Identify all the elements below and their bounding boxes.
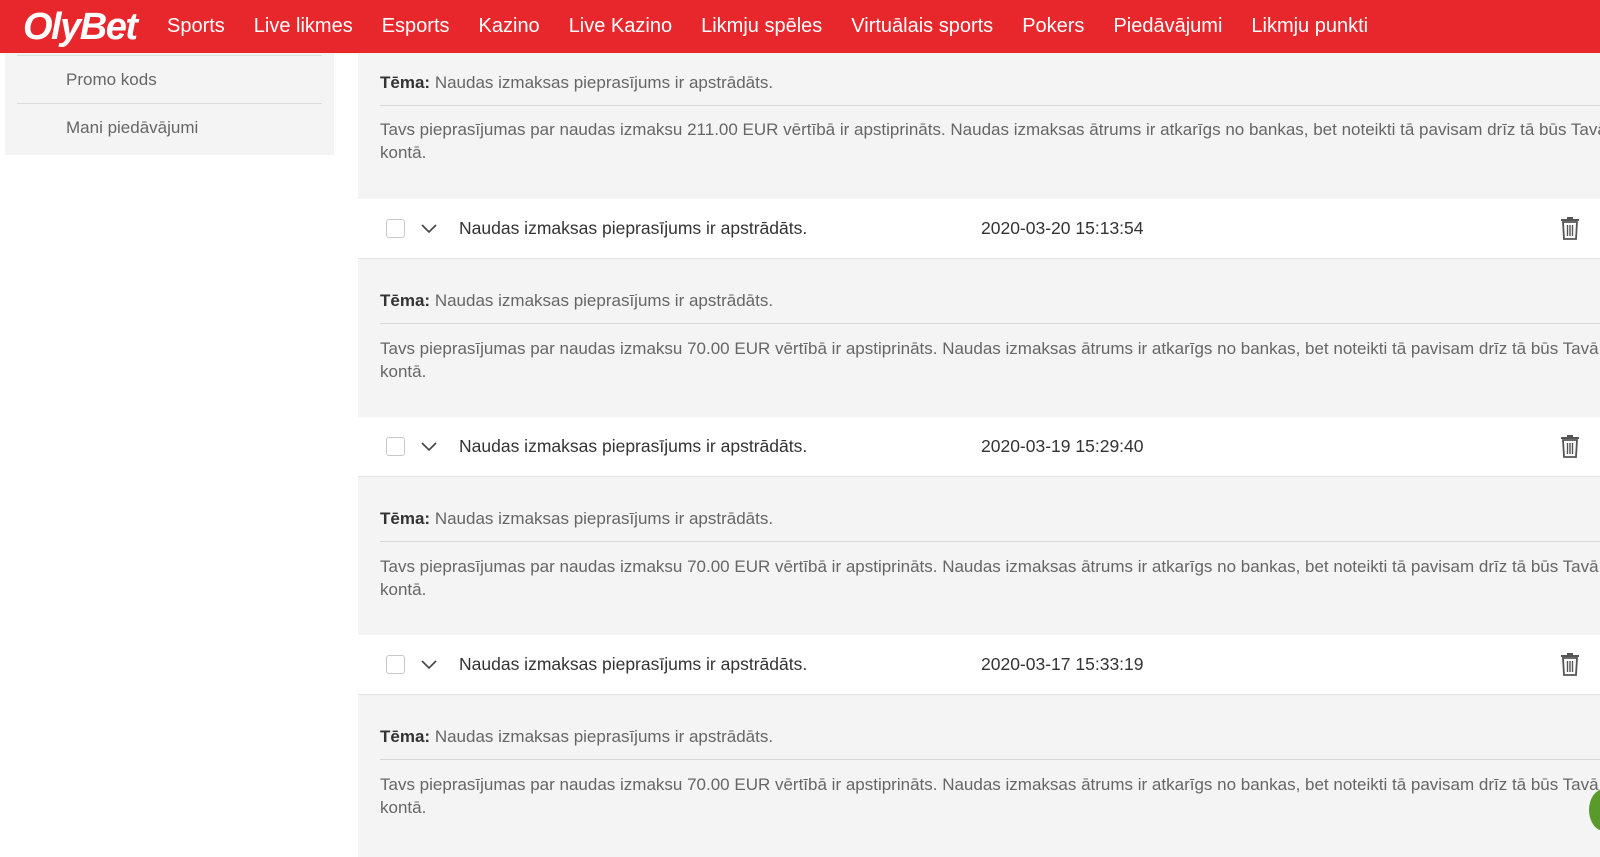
message-body: Tavs pieprasījumas par naudas izmaksu 21… [380, 120, 1600, 162]
sidebar-divider [17, 55, 322, 56]
nav-item-piedavajumi[interactable]: Piedāvājumi [1099, 15, 1237, 38]
nav-item-pokers[interactable]: Pokers [1008, 15, 1099, 38]
subject-text: Naudas izmaksas pieprasījums ir apstrādā… [434, 727, 774, 746]
trash-icon[interactable] [1559, 651, 1581, 677]
detail-divider [380, 541, 1600, 542]
message-body: Tavs pieprasījumas par naudas izmaksu 70… [380, 775, 1599, 817]
sidebar-item-promo-kods[interactable]: Promo kods [66, 70, 157, 90]
subject-text: Naudas izmaksas pieprasījums ir apstrādā… [434, 291, 774, 310]
nav-item-live-likmes[interactable]: Live likmes [239, 15, 367, 38]
message-checkbox[interactable] [386, 219, 405, 238]
message-title: Naudas izmaksas pieprasījums ir apstrādā… [459, 436, 808, 456]
message-row[interactable]: Naudas izmaksas pieprasījums ir apstrādā… [358, 199, 1600, 259]
message-date: 2020-03-20 15:13:54 [981, 218, 1144, 238]
nav-item-likmju-punkti[interactable]: Likmju punkti [1237, 15, 1383, 38]
subject-label: Tēma: [380, 727, 431, 746]
account-sidebar: Promo kods Mani piedāvājumi [5, 53, 334, 155]
message-row[interactable]: Naudas izmaksas pieprasījums ir apstrādā… [358, 635, 1600, 695]
chevron-down-icon[interactable] [420, 221, 438, 235]
message-title: Naudas izmaksas pieprasījums ir apstrādā… [459, 654, 808, 674]
subject-text: Naudas izmaksas pieprasījums ir apstrādā… [434, 73, 774, 92]
message-body: Tavs pieprasījumas par naudas izmaksu 70… [380, 339, 1599, 381]
message-subject: Tēma: Naudas izmaksas pieprasījums ir ap… [380, 509, 773, 529]
nav-item-likmju-speles[interactable]: Likmju spēles [687, 15, 837, 38]
top-navigation-bar: OlyBet Sports Live likmes Esports Kazino… [0, 0, 1600, 53]
subject-text: Naudas izmaksas pieprasījums ir apstrādā… [434, 509, 774, 528]
message-detail: Tēma: Naudas izmaksas pieprasījums ir ap… [358, 477, 1600, 635]
message-subject: Tēma: Naudas izmaksas pieprasījums ir ap… [380, 727, 773, 747]
main-nav: Sports Live likmes Esports Kazino Live K… [152, 0, 1382, 53]
message-subject: Tēma: Naudas izmaksas pieprasījums ir ap… [380, 291, 773, 311]
message-subject: Tēma: Naudas izmaksas pieprasījums ir ap… [380, 73, 773, 93]
nav-item-live-kazino[interactable]: Live Kazino [554, 15, 686, 38]
sidebar-divider [17, 103, 322, 104]
message-detail: Tēma: Naudas izmaksas pieprasījums ir ap… [358, 259, 1600, 417]
nav-item-kazino[interactable]: Kazino [464, 15, 554, 38]
subject-label: Tēma: [380, 509, 431, 528]
subject-label: Tēma: [380, 73, 431, 92]
message-checkbox[interactable] [386, 655, 405, 674]
trash-icon[interactable] [1559, 215, 1581, 241]
chevron-down-icon[interactable] [420, 439, 438, 453]
detail-divider [380, 759, 1600, 760]
nav-item-sports[interactable]: Sports [152, 15, 239, 38]
message-row[interactable]: Naudas izmaksas pieprasījums ir apstrādā… [358, 417, 1600, 477]
message-detail: Tēma: Naudas izmaksas pieprasījums ir ap… [358, 53, 1600, 199]
trash-icon[interactable] [1559, 433, 1581, 459]
message-checkbox[interactable] [386, 437, 405, 456]
messages-list: Tēma: Naudas izmaksas pieprasījums ir ap… [358, 53, 1600, 857]
subject-label: Tēma: [380, 291, 431, 310]
nav-item-esports[interactable]: Esports [367, 15, 464, 38]
message-date: 2020-03-17 15:33:19 [981, 654, 1144, 674]
chevron-down-icon[interactable] [420, 657, 438, 671]
detail-divider [380, 105, 1600, 106]
message-date: 2020-03-19 15:29:40 [981, 436, 1144, 456]
message-detail: Tēma: Naudas izmaksas pieprasījums ir ap… [358, 695, 1600, 857]
nav-item-virtualais-sports[interactable]: Virtuālais sports [837, 15, 1008, 38]
detail-divider [380, 323, 1600, 324]
sidebar-item-mani-piedavajumi[interactable]: Mani piedāvājumi [66, 118, 198, 138]
message-body: Tavs pieprasījumas par naudas izmaksu 70… [380, 557, 1599, 599]
message-title: Naudas izmaksas pieprasījums ir apstrādā… [459, 218, 808, 238]
olybet-logo[interactable]: OlyBet [23, 8, 138, 46]
